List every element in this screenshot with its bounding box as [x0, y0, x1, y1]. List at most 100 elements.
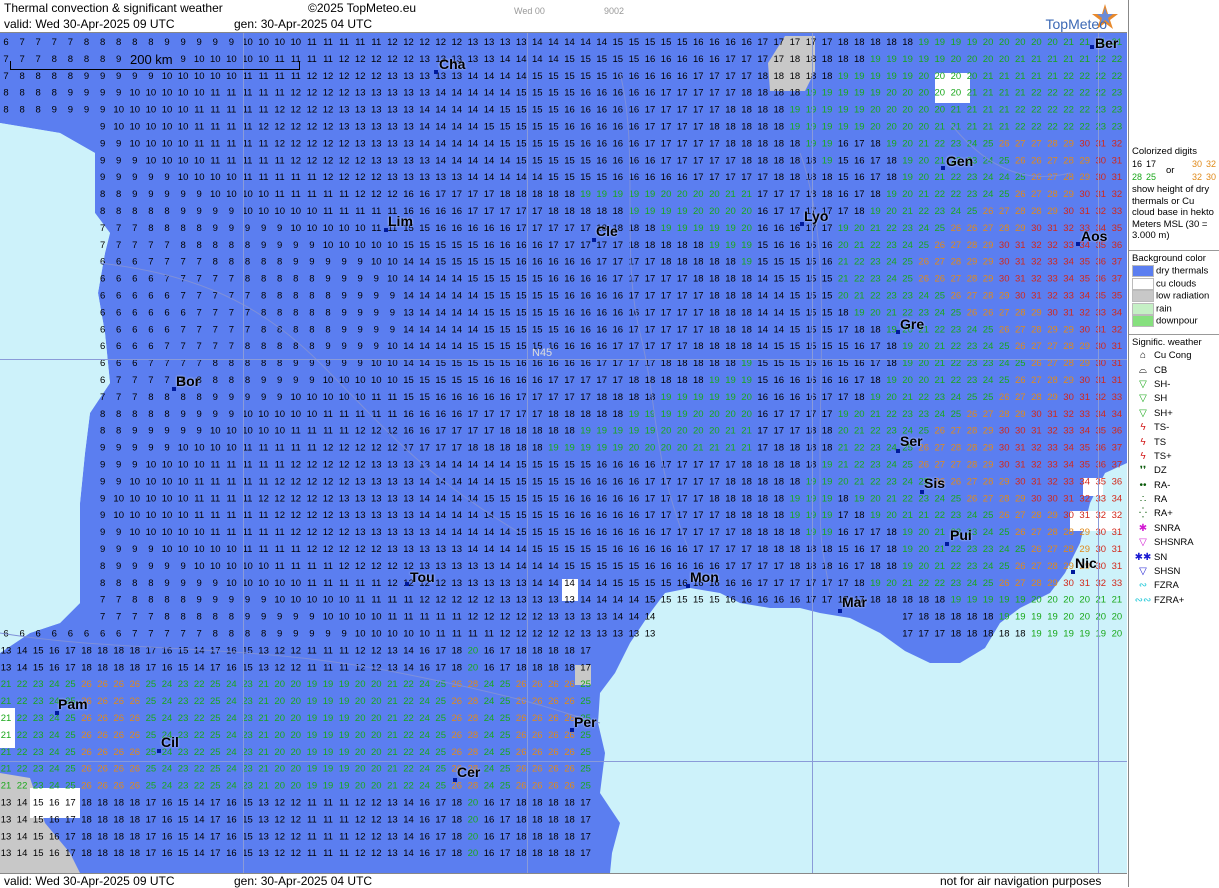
thermal-value: 16: [435, 409, 446, 420]
thermal-value: 20: [709, 189, 720, 200]
thermal-value: 12: [323, 155, 334, 166]
thermal-value: 18: [838, 54, 849, 65]
city-label-bor[interactable]: Bor: [176, 373, 200, 389]
thermal-value: 7: [180, 324, 185, 335]
thermal-value: 31: [1015, 460, 1026, 471]
city-label-pui[interactable]: Pui: [950, 527, 972, 543]
thermal-value: 24: [967, 324, 978, 335]
city-label-mar[interactable]: Mar: [842, 594, 867, 610]
thermal-value: 18: [532, 443, 543, 454]
thermal-value: 26: [113, 713, 124, 724]
thermal-value: 19: [854, 71, 865, 82]
thermal-value: 17: [484, 426, 495, 437]
thermal-value: 13: [371, 493, 382, 504]
wx-legend-label: SH: [1154, 393, 1168, 405]
thermal-value: 17: [435, 831, 446, 842]
thermal-value: 8: [229, 612, 234, 623]
city-label-lim[interactable]: Lim: [388, 213, 413, 229]
thermal-value: 16: [419, 206, 430, 217]
thermal-value: 20: [291, 764, 302, 775]
thermal-value: 17: [693, 122, 704, 133]
thermal-value: 9: [100, 510, 105, 521]
thermal-value: 8: [100, 206, 105, 217]
thermal-value: 23: [967, 172, 978, 183]
city-label-cle[interactable]: Cle: [596, 223, 618, 239]
thermal-value: 6: [132, 341, 137, 352]
city-label-lyo[interactable]: Lyo: [804, 208, 828, 224]
thermal-value: 17: [870, 341, 881, 352]
thermal-value: 18: [822, 189, 833, 200]
thermal-value: 15: [774, 341, 785, 352]
thermal-value: 12: [307, 105, 318, 116]
thermal-value: 27: [951, 460, 962, 471]
thermal-value: 16: [596, 476, 607, 487]
thermal-value: 9: [325, 341, 330, 352]
thermal-value: 21: [1, 679, 12, 690]
thermal-value: 14: [468, 155, 479, 166]
wx-legend-item: ⁛ RA+: [1132, 507, 1219, 521]
city-label-pam[interactable]: Pam: [58, 696, 88, 712]
thermal-value: 7: [148, 375, 153, 386]
thermal-value: 13: [258, 662, 269, 673]
thermal-value: 19: [838, 71, 849, 82]
thermal-value: 15: [516, 341, 527, 352]
thermal-value: 9: [229, 206, 234, 217]
city-label-per[interactable]: Per: [574, 714, 597, 730]
thermal-value: 21: [854, 291, 865, 302]
thermal-value: 17: [548, 375, 559, 386]
thermal-value: 15: [645, 578, 656, 589]
thermal-value: 12: [291, 848, 302, 859]
thermal-value: 12: [387, 578, 398, 589]
thermal-value: 18: [452, 848, 463, 859]
city-label-ser[interactable]: Ser: [900, 433, 923, 449]
city-label-gen[interactable]: Gen: [946, 153, 973, 169]
thermal-value: 18: [693, 341, 704, 352]
thermal-value: 14: [500, 172, 511, 183]
bg-legend-item: low radiation: [1132, 290, 1219, 303]
city-label-mon[interactable]: Mon: [690, 569, 719, 585]
thermal-value: 18: [725, 122, 736, 133]
thermal-value: 31: [1112, 155, 1123, 166]
thermal-value: 17: [709, 476, 720, 487]
thermal-value: 22: [1112, 71, 1123, 82]
city-label-gre[interactable]: Gre: [900, 316, 924, 332]
thermal-value: 20: [274, 713, 285, 724]
thermal-value: 12: [355, 71, 366, 82]
thermal-value: 11: [339, 814, 349, 825]
thermal-value: 11: [194, 105, 204, 116]
thermal-value: 15: [435, 257, 446, 268]
thermal-value: 14: [435, 493, 446, 504]
thermal-value: 21: [387, 781, 398, 792]
thermal-value: 25: [500, 747, 511, 758]
thermal-value: 9: [229, 595, 234, 606]
city-label-cer[interactable]: Cer: [457, 764, 480, 780]
city-label-cha[interactable]: Cha: [439, 56, 465, 72]
thermal-value: 19: [822, 105, 833, 116]
thermal-value: 18: [757, 476, 768, 487]
thermal-value: 17: [65, 662, 76, 673]
weather-map[interactable]: 6 7 7 7 7 8 8 8 8 8 9 9 9 9 9 10 10 10 10 11 11 11 11 11 12 12 12 1…: [0, 33, 1127, 873]
thermal-value: 17: [709, 544, 720, 555]
city-label-ber[interactable]: Ber: [1095, 35, 1118, 51]
thermal-value: 22: [854, 274, 865, 285]
thermal-value: 26: [951, 291, 962, 302]
thermal-value: 13: [419, 155, 430, 166]
thermal-value: 16: [629, 527, 640, 538]
thermal-value: 22: [1063, 88, 1074, 99]
city-label-nic[interactable]: Nic: [1075, 555, 1097, 571]
thermal-value: 12: [387, 37, 398, 48]
thermal-value: 11: [404, 595, 414, 606]
thermal-value: 15: [516, 527, 527, 538]
city-label-tou[interactable]: Tou: [410, 569, 435, 585]
thermal-value: 28: [1047, 561, 1058, 572]
thermal-value: 11: [387, 392, 397, 403]
thermal-value: 22: [194, 747, 205, 758]
city-label-cil[interactable]: Cil: [161, 734, 179, 750]
city-label-sis[interactable]: Sis: [924, 475, 945, 491]
thermal-value: 23: [1112, 105, 1123, 116]
city-label-aos[interactable]: Aos: [1081, 228, 1107, 244]
thermal-value: 8: [277, 291, 282, 302]
thermal-value: 21: [258, 730, 269, 741]
thermal-value: 24: [162, 696, 173, 707]
thermal-value: 12: [339, 71, 350, 82]
